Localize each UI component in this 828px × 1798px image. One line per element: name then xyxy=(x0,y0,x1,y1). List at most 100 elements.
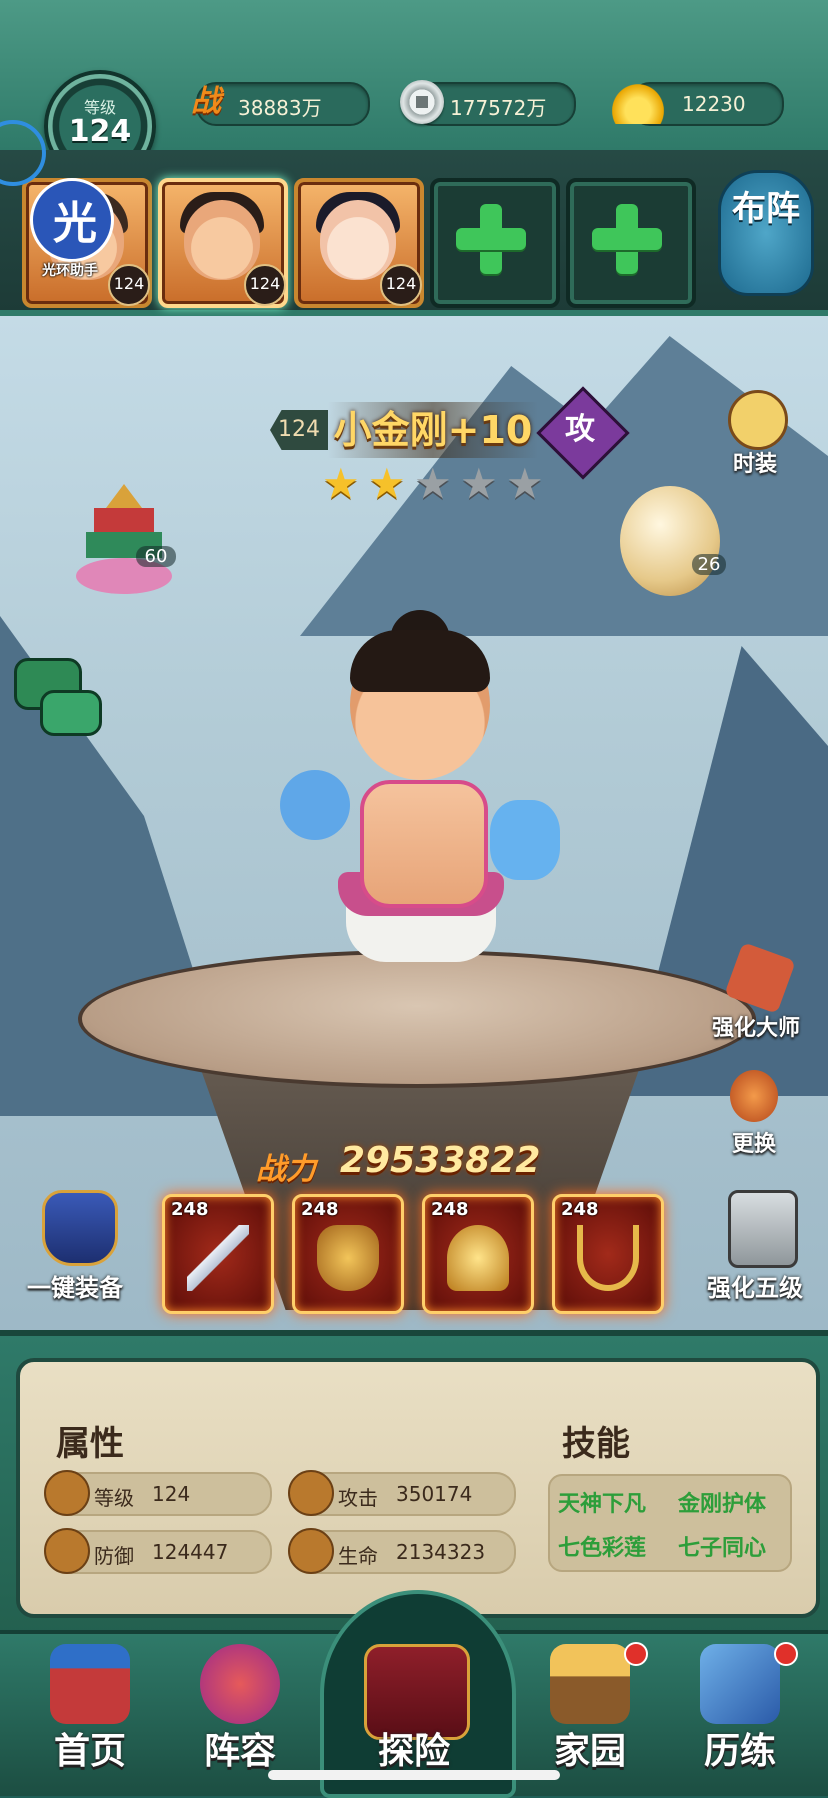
armor-icon xyxy=(317,1225,379,1291)
hammer-icon xyxy=(728,1190,798,1268)
hero-right-fist xyxy=(490,800,560,880)
hero-figure[interactable] xyxy=(250,610,580,1030)
stat-label: 攻击 xyxy=(338,1486,378,1510)
upgrade-five-button[interactable]: 强化五级 xyxy=(690,1190,820,1310)
stat-label: 防御 xyxy=(94,1544,134,1568)
lotus-icon xyxy=(288,1528,334,1574)
replace-label: 更换 xyxy=(731,1132,776,1157)
coin-value: 177572万 xyxy=(450,96,547,120)
stat-value: 350174 xyxy=(396,1482,473,1506)
equip-slot-armor[interactable]: 248 xyxy=(292,1194,404,1314)
upgrade-five-label: 强化五级 xyxy=(707,1274,803,1302)
skills-box: 天神下凡 金刚护体 七色彩莲 七子同心 xyxy=(548,1474,792,1572)
costume-label: 时装 xyxy=(732,452,777,477)
gold-value: 12230 xyxy=(682,92,746,116)
sword-icon xyxy=(187,1225,249,1291)
sword-icon xyxy=(288,1470,334,1516)
coin-resource: 177572万 xyxy=(400,80,576,126)
stat-defense: 防御 124447 xyxy=(44,1528,272,1574)
star-filled-icon: ★ xyxy=(368,459,406,508)
skill-item[interactable]: 金刚护体 xyxy=(678,1486,766,1518)
pagoda-count: 60 xyxy=(136,546,176,567)
combat-power-label: 战力 xyxy=(256,1152,316,1187)
egg-count: 26 xyxy=(692,554,726,575)
nav-label: 历练 xyxy=(703,1731,776,1772)
pagoda-roof xyxy=(106,484,142,508)
equip-level: 248 xyxy=(431,1199,469,1220)
enhance-master-label: 强化大师 xyxy=(711,1016,800,1041)
chat-button[interactable] xyxy=(6,652,102,736)
hero-portrait xyxy=(320,200,396,280)
stat-value: 124447 xyxy=(152,1540,229,1564)
nav-lineup[interactable]: 阵容 xyxy=(170,1640,310,1780)
skill-item[interactable]: 七色彩莲 xyxy=(558,1530,646,1562)
hero-body xyxy=(360,780,488,908)
power-value: 38883万 xyxy=(238,96,322,120)
nav-label: 首页 xyxy=(53,1731,126,1772)
battle-power-icon: 战 xyxy=(191,84,221,119)
costume-icon xyxy=(728,390,788,450)
stat-level: 等级 124 xyxy=(44,1470,272,1516)
shield-icon xyxy=(44,1528,90,1574)
hero-level-tag: 124 xyxy=(270,410,328,450)
home-indicator[interactable] xyxy=(268,1770,560,1780)
formation-button[interactable]: 布阵 xyxy=(718,170,814,296)
nav-training[interactable]: 历练 xyxy=(670,1640,810,1780)
combat-power: 战力 29533822 xyxy=(256,1140,576,1196)
watermark-logo: 光 光环助手 xyxy=(22,178,118,279)
equip-slot-necklace[interactable]: 248 xyxy=(552,1194,664,1314)
equip-slot-helmet[interactable]: 248 xyxy=(422,1194,534,1314)
team-add-slot-1[interactable] xyxy=(430,178,560,308)
stat-value: 2134323 xyxy=(396,1540,486,1564)
power-resource: 战 38883万 xyxy=(191,82,370,126)
enhance-master-button[interactable]: 强化大师 xyxy=(696,942,816,1046)
enhance-master-icon xyxy=(724,942,796,1014)
stat-value: 124 xyxy=(152,1482,191,1506)
nav-label: 探险 xyxy=(377,1731,450,1772)
sword-mountain-icon xyxy=(700,1644,780,1724)
replace-button[interactable]: 更换 xyxy=(712,1070,796,1160)
equip-slot-weapon[interactable]: 248 xyxy=(162,1194,274,1314)
skill-item[interactable]: 天神下凡 xyxy=(558,1486,646,1518)
nav-explore[interactable]: 探险 xyxy=(344,1640,484,1780)
equip-level: 248 xyxy=(171,1199,209,1220)
equip-all-button[interactable]: 一键装备 xyxy=(10,1190,140,1310)
star-empty-icon: ★ xyxy=(506,459,544,508)
notification-dot xyxy=(774,1642,798,1666)
team-hero-slot-2[interactable]: 124 xyxy=(158,178,288,308)
necklace-icon xyxy=(577,1225,639,1291)
treasure-egg-icon[interactable] xyxy=(620,486,720,596)
stat-hp: 生命 2134323 xyxy=(288,1528,516,1574)
watermark-char: 光 xyxy=(53,198,97,249)
hero-name: 小金刚+10 xyxy=(328,402,538,458)
formation-label: 布阵 xyxy=(732,189,800,229)
stat-label: 等级 xyxy=(94,1486,134,1510)
nav-label: 家园 xyxy=(553,1731,626,1772)
pagoda-tier xyxy=(94,508,154,532)
gourd-icon xyxy=(200,1644,280,1724)
nav-homeland[interactable]: 家园 xyxy=(520,1640,660,1780)
notification-dot xyxy=(624,1642,648,1666)
skills-title: 技能 xyxy=(562,1424,630,1464)
costume-button[interactable]: 时装 xyxy=(718,390,792,477)
equip-level: 248 xyxy=(301,1199,339,1220)
plus-icon xyxy=(592,204,662,274)
chat-bubble-icon xyxy=(40,690,102,736)
star-empty-icon: ★ xyxy=(414,459,452,508)
star-empty-icon: ★ xyxy=(460,459,498,508)
team-hero-slot-3[interactable]: 124 xyxy=(294,178,424,308)
nav-label: 阵容 xyxy=(203,1731,276,1772)
star-filled-icon: ★ xyxy=(322,459,360,508)
nav-home[interactable]: 首页 xyxy=(20,1640,160,1780)
gold-resource[interactable]: 12230 xyxy=(608,80,784,126)
hero-level-badge: 124 xyxy=(380,264,422,306)
skill-item[interactable]: 七子同心 xyxy=(678,1530,766,1562)
watermark-text: 光环助手 xyxy=(42,263,98,279)
helmet-icon xyxy=(447,1225,509,1291)
armor-icon xyxy=(42,1190,118,1266)
hero-star-rating: ★ ★ ★ ★ ★ xyxy=(322,462,552,506)
home-icon xyxy=(50,1644,130,1724)
hero-portrait xyxy=(184,200,260,280)
watermark-circle: 光 xyxy=(30,178,114,262)
team-add-slot-2[interactable] xyxy=(566,178,696,308)
